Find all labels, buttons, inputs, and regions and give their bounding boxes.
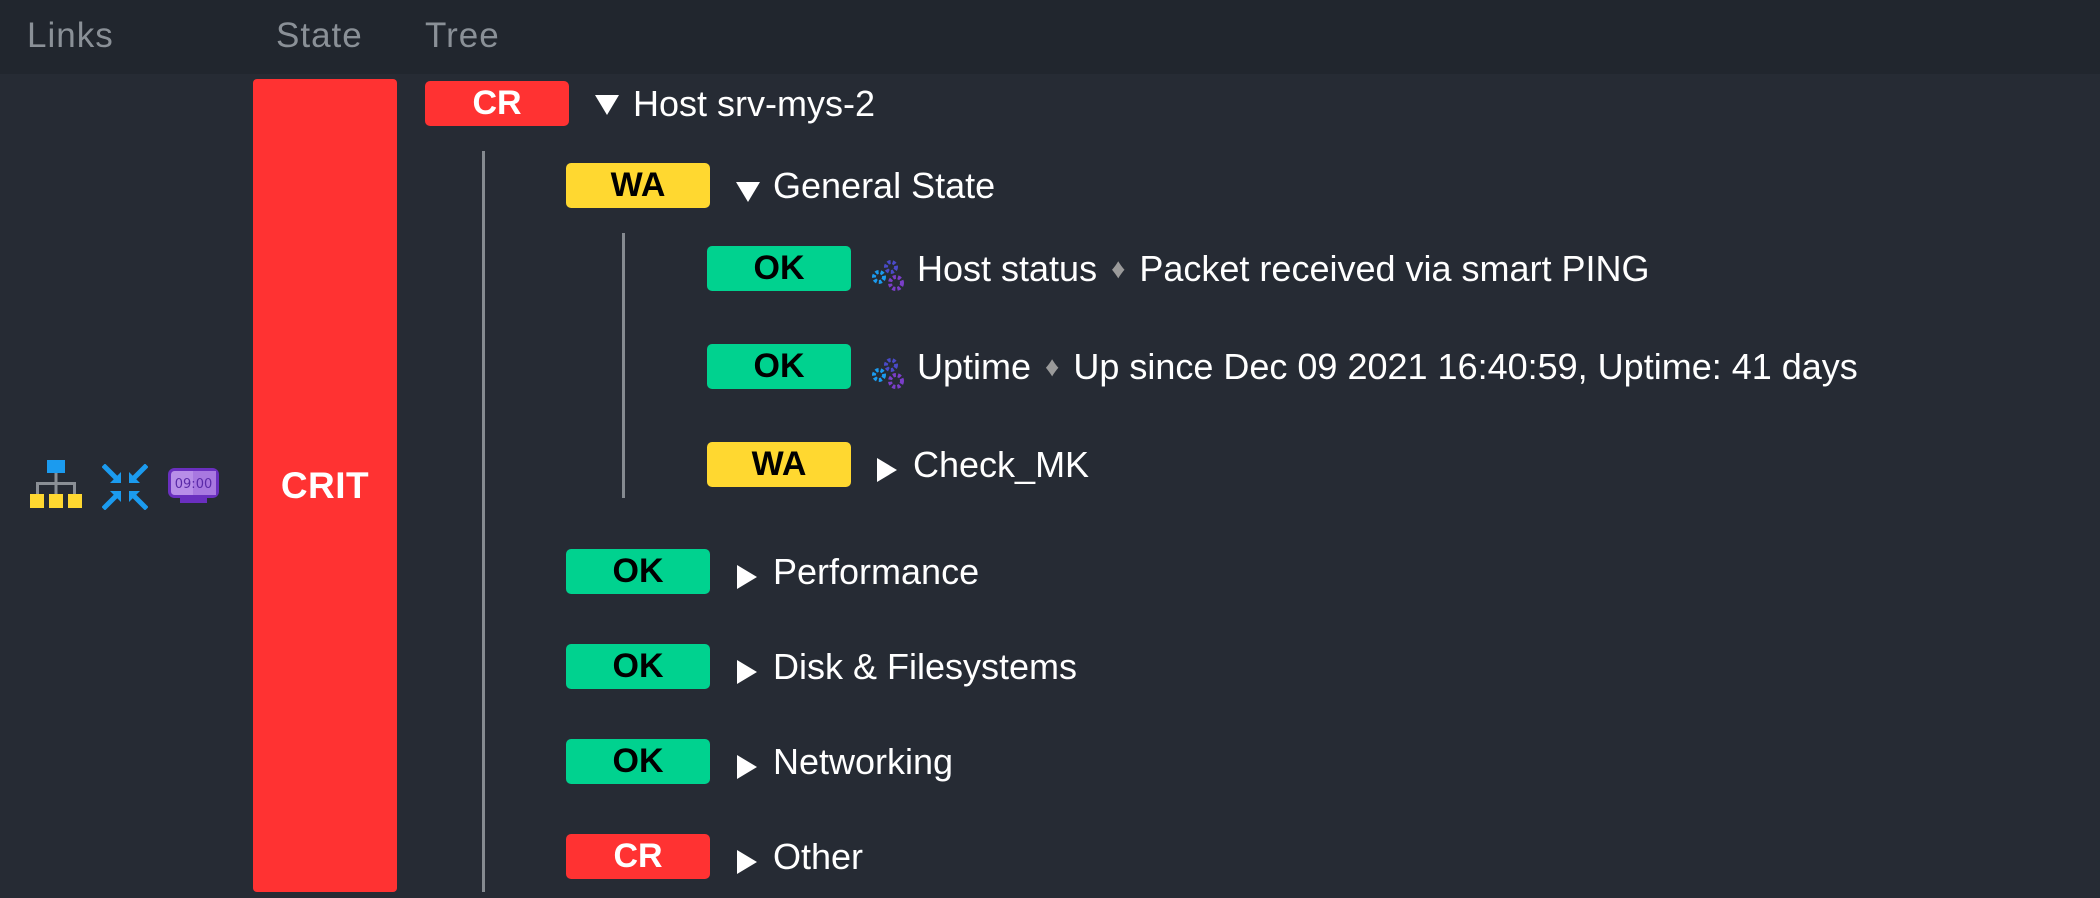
expand-triangle-right-icon[interactable] xyxy=(737,850,757,874)
svg-text:09:00: 09:00 xyxy=(175,477,212,492)
expand-triangle-right-icon[interactable] xyxy=(877,458,897,482)
tree-guide-line-host xyxy=(482,151,485,892)
status-badge: WA xyxy=(707,442,851,487)
node-title[interactable]: Disk & Filesystems xyxy=(773,644,1077,689)
leaf-line: Host status ♦ Packet received via smart PI… xyxy=(917,246,1650,294)
status-badge: CR xyxy=(566,834,710,879)
status-badge: OK xyxy=(707,246,851,291)
links-cell: 09:00 xyxy=(0,74,250,898)
status-badge: OK xyxy=(566,644,710,689)
status-badge: OK xyxy=(566,549,710,594)
header-links[interactable]: Links xyxy=(27,14,114,58)
expand-triangle-down-icon[interactable] xyxy=(595,95,619,115)
service-name[interactable]: Uptime xyxy=(917,346,1031,387)
node-title[interactable]: Check_MK xyxy=(913,442,1089,487)
service-gears-icon[interactable] xyxy=(871,258,909,297)
node-title[interactable]: Performance xyxy=(773,549,979,594)
downtime-clock-icon[interactable]: 09:00 xyxy=(168,468,219,509)
service-output: Packet received via smart PING xyxy=(1139,248,1650,289)
status-badge: OK xyxy=(707,344,851,389)
node-title[interactable]: Host srv-mys-2 xyxy=(633,81,875,126)
bi-tree-icon[interactable] xyxy=(30,460,82,517)
separator-diamond: ♦ xyxy=(1111,253,1126,284)
header-tree[interactable]: Tree xyxy=(425,14,500,58)
state-crit-badge: CRIT xyxy=(253,79,397,892)
header-state[interactable]: State xyxy=(276,14,363,58)
status-badge: WA xyxy=(566,163,710,208)
tree-guide-line-general-state xyxy=(622,233,625,498)
node-title[interactable]: Networking xyxy=(773,739,953,784)
separator-diamond: ♦ xyxy=(1045,351,1060,382)
expand-triangle-right-icon[interactable] xyxy=(737,565,757,589)
leaf-line: Uptime ♦ Up since Dec 09 2021 16:40:59, Up… xyxy=(917,344,1858,392)
service-gears-icon[interactable] xyxy=(871,356,909,395)
node-title[interactable]: Other xyxy=(773,834,863,879)
service-output: Up since Dec 09 2021 16:40:59, Uptime: 4… xyxy=(1073,346,1858,387)
table-header: Links State Tree xyxy=(0,0,2100,74)
collapse-icon[interactable] xyxy=(101,463,149,515)
state-label: CRIT xyxy=(280,464,370,506)
status-badge: OK xyxy=(566,739,710,784)
expand-triangle-right-icon[interactable] xyxy=(737,755,757,779)
status-badge: CR xyxy=(425,81,569,126)
node-title[interactable]: General State xyxy=(773,163,995,208)
expand-triangle-down-icon[interactable] xyxy=(736,182,760,202)
service-name[interactable]: Host status xyxy=(917,248,1097,289)
expand-triangle-right-icon[interactable] xyxy=(737,660,757,684)
